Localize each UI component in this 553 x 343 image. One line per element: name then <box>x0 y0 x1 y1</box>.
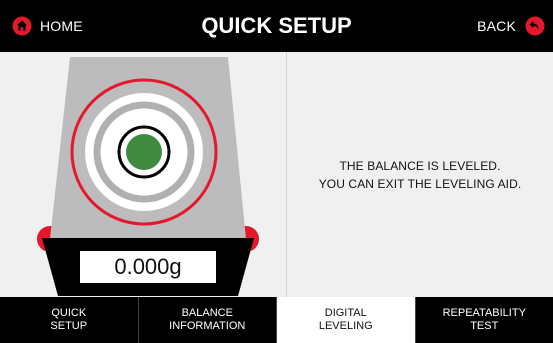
tab-label-line1: DIGITAL <box>324 307 367 319</box>
weight-readout: 0.000g <box>78 249 218 285</box>
status-message-line2: YOU CAN EXIT THE LEVELING AID. <box>318 176 522 191</box>
tab-label-line1: REPEATABILITY <box>442 307 526 319</box>
tab-label-line2: LEVELING <box>318 320 373 332</box>
status-panel: THE BALANCE IS LEVELED. YOU CAN EXIT THE… <box>287 52 553 297</box>
tab-balance-information[interactable]: BALANCE INFORMATION <box>139 297 277 343</box>
back-button[interactable]: BACK <box>477 0 545 52</box>
leveling-aid-panel: 0.000g <box>0 52 286 297</box>
tab-label-line2: SETUP <box>50 320 88 332</box>
back-label: BACK <box>477 18 516 34</box>
tab-label-line1: BALANCE <box>181 307 233 319</box>
page-title: QUICK SETUP <box>201 13 352 38</box>
tab-digital-leveling[interactable]: DIGITAL LEVELING <box>277 297 416 343</box>
tab-label-line2: INFORMATION <box>169 320 246 332</box>
back-icon <box>525 16 545 36</box>
bottom-tab-bar: QUICK SETUP BALANCE INFORMATION DIGITAL … <box>0 297 553 343</box>
tab-quick-setup[interactable]: QUICK SETUP <box>0 297 139 343</box>
tab-label-line2: TEST <box>470 320 499 332</box>
tab-label-line1: QUICK <box>51 307 87 319</box>
top-bar: HOME QUICK SETUP BACK <box>0 0 553 52</box>
tab-repeatability-test[interactable]: REPEATABILITY TEST <box>416 297 553 343</box>
main-content: 0.000g THE BALANCE IS LEVELED. YOU CAN E… <box>0 52 553 297</box>
status-message-line1: THE BALANCE IS LEVELED. <box>339 158 501 173</box>
level-bubble-icon <box>126 134 162 170</box>
